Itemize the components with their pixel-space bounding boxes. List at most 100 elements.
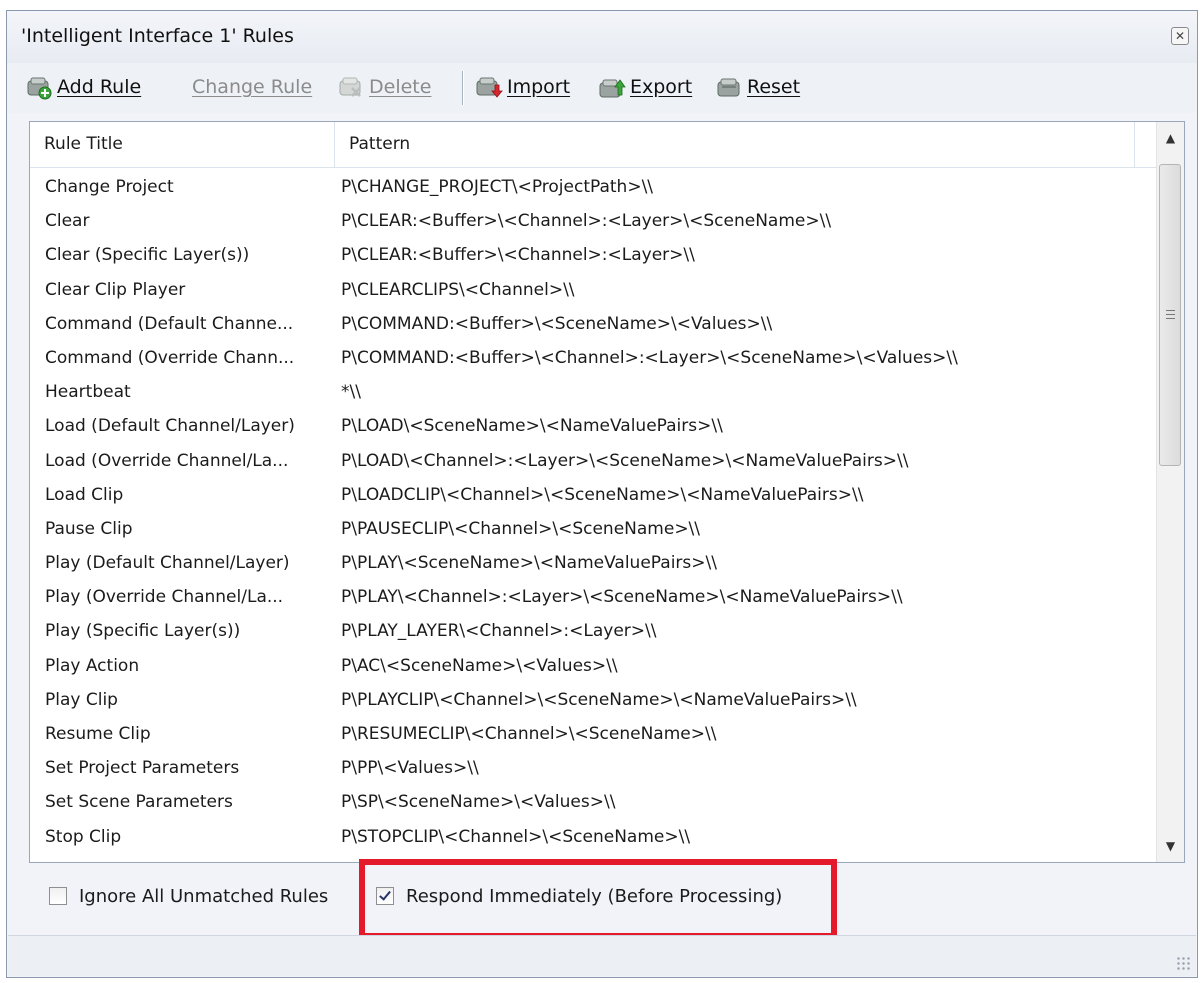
window-title: 'Intelligent Interface 1' Rules — [21, 25, 294, 47]
rule-title-cell: Clear Clip Player — [45, 279, 186, 300]
rule-title-cell: Clear — [45, 211, 90, 232]
scroll-thumb[interactable] — [1159, 164, 1181, 466]
pattern-cell: P\PLAY\<Channel>:<Layer>\<SceneName>\<Na… — [341, 587, 903, 608]
table-row[interactable]: Play (Override Channel/La... P\PLAY\<Chan… — [30, 580, 1158, 614]
rule-title-cell: Command (Override Chann... — [45, 347, 295, 368]
rule-title-cell: Pause Clip — [45, 518, 133, 539]
rule-title-cell: Play Clip — [45, 689, 118, 710]
scroll-up-icon[interactable]: ▲ — [1157, 124, 1184, 152]
import-button[interactable]: Import — [475, 69, 570, 105]
pattern-cell: P\RESUMECLIP\<Channel>\<SceneName>\\ — [341, 724, 717, 744]
import-label: Import — [507, 76, 571, 98]
change-rule-label: Change Rule — [192, 76, 313, 98]
pattern-cell: P\LOAD\<SceneName>\<NameValuePairs>\\ — [341, 416, 723, 437]
table-row[interactable]: Load Clip P\LOADCLIP\<Channel>\<SceneName… — [30, 478, 1158, 512]
pattern-cell: P\COMMAND:<Buffer>\<Channel>:<Layer>\<Sc… — [341, 347, 958, 368]
reset-button[interactable]: Reset — [715, 69, 800, 105]
ignore-unmatched-checkbox[interactable] — [49, 887, 67, 905]
pattern-cell: P\CLEAR:<Buffer>\<Channel>:<Layer>\\ — [341, 245, 695, 266]
pattern-cell: P\PAUSECLIP\<Channel>\<SceneName>\\ — [341, 518, 701, 539]
toolbar: Add Rule Change Rule Delete Import Expor… — [7, 63, 1197, 113]
pattern-cell: P\PLAY_LAYER\<Channel>:<Layer>\\ — [341, 621, 657, 642]
pattern-cell: P\AC\<SceneName>\<Values>\\ — [341, 655, 618, 676]
table-row[interactable]: Command (Override Chann... P\COMMAND:<Buf… — [30, 341, 1158, 375]
rule-title-cell: Clear (Specific Layer(s)) — [45, 245, 250, 266]
delete-icon — [339, 77, 361, 97]
pattern-cell: P\STOPCLIP\<Channel>\<SceneName>\\ — [341, 826, 691, 847]
table-row[interactable]: Pause Clip P\PAUSECLIP\<Channel>\<SceneNa… — [30, 512, 1158, 546]
reset-icon — [717, 78, 740, 97]
delete-button[interactable]: Delete — [337, 69, 431, 105]
pattern-cell: P\CLEARCLIPS\<Channel>\\ — [341, 279, 575, 300]
thumb-grip-line — [1166, 318, 1175, 319]
rules-window: 'Intelligent Interface 1' Rules ✕ Add Ru… — [6, 10, 1198, 978]
thumb-grip-line — [1166, 314, 1175, 315]
rule-title-cell: Load (Override Channel/La... — [45, 450, 289, 471]
change-rule-button[interactable]: Change Rule — [192, 69, 312, 105]
reset-label: Reset — [747, 76, 801, 98]
table-row[interactable]: Set Project Parameters P\PP\<Values>\\ — [30, 751, 1158, 785]
table-row[interactable]: Clear (Specific Layer(s)) P\CLEAR:<Buffer… — [30, 238, 1158, 272]
table-row[interactable]: Clear P\CLEAR:<Buffer>\<Channel>:<Layer>\… — [30, 204, 1158, 238]
list-rows: Change Project P\CHANGE_PROJECT\<ProjectP… — [30, 170, 1158, 854]
table-row[interactable]: Heartbeat *\\ — [30, 375, 1158, 409]
pattern-cell: P\LOAD\<Channel>:<Layer>\<SceneName>\<Na… — [341, 450, 909, 471]
list-header: Rule Title Pattern — [30, 122, 1158, 168]
rule-title-cell: Play Action — [45, 655, 140, 676]
pattern-cell: P\PP\<Values>\\ — [341, 758, 479, 779]
rule-title-cell: Stop Clip — [45, 826, 122, 847]
rule-title-cell: Play (Override Channel/La... — [45, 587, 284, 608]
add-rule-label: Add Rule — [57, 76, 142, 98]
column-header-pattern[interactable]: Pattern — [335, 122, 1135, 167]
table-row[interactable]: Set Scene Parameters P\SP\<SceneName>\<Va… — [30, 785, 1158, 819]
table-row[interactable]: Play (Default Channel/Layer) P\PLAY\<Scen… — [30, 546, 1158, 580]
rule-title-cell: Play (Specific Layer(s)) — [45, 621, 241, 642]
table-row[interactable]: Clear Clip Player P\CLEARCLIPS\<Channel>\… — [30, 273, 1158, 307]
rule-title-cell: Resume Clip — [45, 724, 151, 744]
pattern-cell: P\SP\<SceneName>\<Values>\\ — [341, 792, 616, 813]
rule-title-cell: Set Project Parameters — [45, 758, 240, 779]
delete-label: Delete — [369, 76, 432, 98]
rule-title-cell: Load (Default Channel/Layer) — [45, 416, 295, 437]
table-row[interactable]: Play (Specific Layer(s)) P\PLAY_LAYER\<Ch… — [30, 614, 1158, 648]
vertical-scrollbar[interactable]: ▲ ▼ — [1156, 122, 1184, 862]
table-row[interactable]: Stop Clip P\STOPCLIP\<Channel>\<SceneName… — [30, 820, 1158, 854]
rule-title-cell: Command (Default Channe... — [45, 313, 294, 334]
table-row[interactable]: Play Clip P\PLAYCLIP\<Channel>\<SceneName… — [30, 683, 1158, 717]
pattern-cell: P\COMMAND:<Buffer>\<SceneName>\<Values>\… — [341, 313, 773, 334]
pattern-cell: P\CHANGE_PROJECT\<ProjectPath>\\ — [341, 177, 654, 197]
add-rule-icon — [27, 77, 52, 100]
ignore-unmatched-label: Ignore All Unmatched Rules — [79, 885, 329, 907]
export-button[interactable]: Export — [598, 69, 692, 105]
table-row[interactable]: Resume Clip P\RESUMECLIP\<Channel>\<Scene… — [30, 717, 1158, 751]
scroll-down-icon[interactable]: ▼ — [1157, 832, 1184, 860]
pattern-cell: P\CLEAR:<Buffer>\<Channel>:<Layer>\<Scen… — [341, 211, 832, 232]
table-row[interactable]: Command (Default Channe... P\COMMAND:<Buf… — [30, 307, 1158, 341]
table-row[interactable]: Load (Default Channel/Layer) P\LOAD\<Scen… — [30, 409, 1158, 443]
table-row[interactable]: Play Action P\AC\<SceneName>\<Values>\\ — [30, 649, 1158, 683]
highlight-box — [359, 859, 837, 939]
add-rule-button[interactable]: Add Rule — [25, 69, 141, 105]
pattern-cell: P\PLAY\<SceneName>\<NameValuePairs>\\ — [341, 553, 717, 574]
pattern-cell: P\PLAYCLIP\<Channel>\<SceneName>\<NameVa… — [341, 689, 857, 710]
rules-list[interactable]: Rule Title Pattern Change Project P\CHANG… — [29, 121, 1185, 863]
rule-title-cell: Change Project — [45, 177, 174, 197]
status-bar — [8, 935, 1196, 976]
export-icon — [599, 79, 626, 98]
pattern-cell: P\LOADCLIP\<Channel>\<SceneName>\<NameVa… — [341, 484, 864, 505]
title-bar: 'Intelligent Interface 1' Rules ✕ — [7, 11, 1197, 63]
column-header-rule-title[interactable]: Rule Title — [30, 122, 335, 167]
rule-title-cell: Play (Default Channel/Layer) — [45, 553, 290, 574]
rule-title-cell: Load Clip — [45, 484, 124, 505]
pattern-cell: *\\ — [341, 382, 361, 403]
import-icon — [476, 77, 503, 98]
table-row[interactable]: Load (Override Channel/La... P\LOAD\<Chan… — [30, 444, 1158, 478]
export-label: Export — [630, 76, 693, 98]
table-row[interactable]: Change Project P\CHANGE_PROJECT\<ProjectP… — [30, 170, 1158, 204]
ignore-unmatched-option[interactable]: Ignore All Unmatched Rules — [49, 876, 328, 916]
thumb-grip-line — [1166, 310, 1175, 311]
toolbar-separator — [462, 71, 464, 105]
rule-title-cell: Set Scene Parameters — [45, 792, 233, 813]
resize-grip-icon[interactable] — [1176, 956, 1190, 970]
close-icon[interactable]: ✕ — [1171, 27, 1189, 45]
